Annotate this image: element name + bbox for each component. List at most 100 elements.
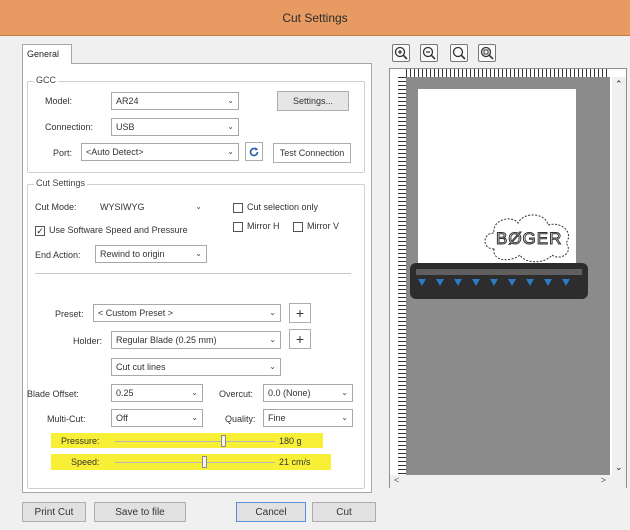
multicut-value: Off [116, 413, 128, 423]
speed-slider-thumb[interactable] [201, 456, 207, 468]
connection-select[interactable]: USB ⌄ [111, 118, 239, 136]
connection-label: Connection: [45, 122, 94, 132]
speed-value: 21 cm/s [279, 457, 311, 467]
overcut-value: 0.0 (None) [268, 388, 311, 398]
cut-lines-select[interactable]: Cut cut lines ⌄ [111, 358, 281, 376]
cutter-head-bar [410, 263, 588, 299]
blade-offset-value: 0.25 [116, 388, 134, 398]
chevron-down-icon: ⌄ [191, 413, 198, 422]
plus-icon: + [295, 305, 305, 321]
ruler-vertical [398, 77, 406, 475]
tab-general[interactable]: General [22, 44, 72, 64]
cut-button[interactable]: Cut [312, 502, 376, 522]
preset-value: < Custom Preset > [98, 308, 174, 318]
scroll-up-icon[interactable]: ⌃ [615, 79, 623, 90]
model-label: Model: [45, 96, 73, 106]
divider [35, 273, 351, 274]
cut-mode-select[interactable]: WYSIWYG ⌄ [95, 198, 207, 216]
zoom-in-icon [394, 46, 408, 60]
add-holder-button[interactable]: + [289, 329, 311, 349]
end-action-value: Rewind to origin [100, 249, 165, 259]
chevron-down-icon: ⌄ [227, 122, 234, 131]
blade-arrow-icons [418, 279, 570, 286]
holder-select[interactable]: Regular Blade (0.25 mm) ⌄ [111, 331, 281, 349]
pressure-label: Pressure: [61, 436, 100, 446]
cancel-button[interactable]: Cancel [236, 502, 306, 522]
title-bar: Cut Settings [0, 0, 630, 36]
settings-panel: GCC Model: AR24 ⌄ Settings... Connection… [22, 63, 372, 493]
chevron-down-icon: ⌄ [195, 202, 202, 211]
cut-mode-label: Cut Mode: [35, 202, 77, 212]
pressure-slider-thumb[interactable] [220, 435, 226, 447]
port-select[interactable]: <Auto Detect> ⌄ [81, 143, 239, 161]
multicut-select[interactable]: Off ⌄ [111, 409, 203, 427]
zoom-page-icon [480, 46, 494, 60]
cut-selection-only-label: Cut selection only [247, 202, 319, 212]
holder-label: Holder: [73, 336, 103, 346]
speed-slider-track [115, 462, 275, 463]
holder-value: Regular Blade (0.25 mm) [116, 335, 217, 345]
gcc-group-label: GCC [34, 75, 58, 85]
speed-label: Speed: [71, 457, 100, 467]
test-connection-button[interactable]: Test Connection [273, 143, 351, 163]
multicut-label: Multi-Cut: [47, 414, 86, 424]
zoom-fit-button[interactable] [450, 44, 468, 62]
cut-lines-value: Cut cut lines [116, 362, 166, 372]
blade-offset-label: Blade Offset: [27, 389, 79, 399]
zoom-page-button[interactable] [478, 44, 496, 62]
quality-value: Fine [268, 413, 286, 423]
scroll-left-icon[interactable]: < [394, 475, 399, 485]
quality-label: Quality: [225, 414, 256, 424]
zoom-in-button[interactable] [392, 44, 410, 62]
zoom-fit-icon [452, 46, 466, 60]
connection-value: USB [116, 122, 135, 132]
port-value: <Auto Detect> [86, 147, 144, 157]
zoom-out-button[interactable] [420, 44, 438, 62]
cut-mode-value: WYSIWYG [100, 202, 145, 212]
cut-selection-only-checkbox[interactable] [233, 203, 243, 213]
cut-preview[interactable]: BØGER ⌃ ⌄ < > [389, 68, 627, 488]
plus-icon: + [295, 331, 305, 347]
zoom-out-icon [422, 46, 436, 60]
use-software-speed-label: Use Software Speed and Pressure [49, 225, 188, 235]
mirror-v-label: Mirror V [307, 221, 339, 231]
chevron-down-icon: ⌄ [341, 388, 348, 397]
use-software-speed-checkbox[interactable]: ✓ [35, 226, 45, 236]
end-action-label: End Action: [35, 250, 81, 260]
cut-settings-group-label: Cut Settings [34, 178, 88, 188]
horizontal-scrollbar[interactable]: < > [390, 475, 626, 488]
blade-offset-select[interactable]: 0.25 ⌄ [111, 384, 203, 402]
save-to-file-button[interactable]: Save to file [94, 502, 186, 522]
settings-button[interactable]: Settings... [277, 91, 349, 111]
model-select[interactable]: AR24 ⌄ [111, 92, 239, 110]
refresh-button[interactable] [245, 142, 263, 161]
window-title: Cut Settings [282, 10, 348, 25]
chevron-down-icon: ⌄ [269, 335, 276, 344]
print-cut-button[interactable]: Print Cut [22, 502, 86, 522]
overcut-label: Overcut: [219, 389, 254, 399]
mirror-h-checkbox[interactable] [233, 222, 243, 232]
cloud-text: BØGER [495, 229, 563, 249]
end-action-select[interactable]: Rewind to origin ⌄ [95, 245, 207, 263]
quality-select[interactable]: Fine ⌄ [263, 409, 353, 427]
pressure-value: 180 g [279, 436, 302, 446]
port-label: Port: [53, 148, 73, 158]
scroll-right-icon[interactable]: > [601, 475, 606, 485]
model-value: AR24 [116, 96, 139, 106]
vertical-scrollbar[interactable]: ⌃ ⌄ [612, 77, 626, 475]
chevron-down-icon: ⌄ [227, 147, 234, 156]
pressure-slider-track [115, 441, 275, 442]
chevron-down-icon: ⌄ [195, 249, 202, 258]
scroll-down-icon[interactable]: ⌄ [615, 462, 623, 473]
chevron-down-icon: ⌄ [191, 388, 198, 397]
preset-select[interactable]: < Custom Preset > ⌄ [93, 304, 281, 322]
preset-label: Preset: [55, 309, 84, 319]
overcut-select[interactable]: 0.0 (None) ⌄ [263, 384, 353, 402]
add-preset-button[interactable]: + [289, 303, 311, 323]
mirror-v-checkbox[interactable] [293, 222, 303, 232]
chevron-down-icon: ⌄ [341, 413, 348, 422]
chevron-down-icon: ⌄ [269, 362, 276, 371]
mirror-h-label: Mirror H [247, 221, 280, 231]
ruler-horizontal [406, 69, 610, 77]
chevron-down-icon: ⌄ [269, 308, 276, 317]
